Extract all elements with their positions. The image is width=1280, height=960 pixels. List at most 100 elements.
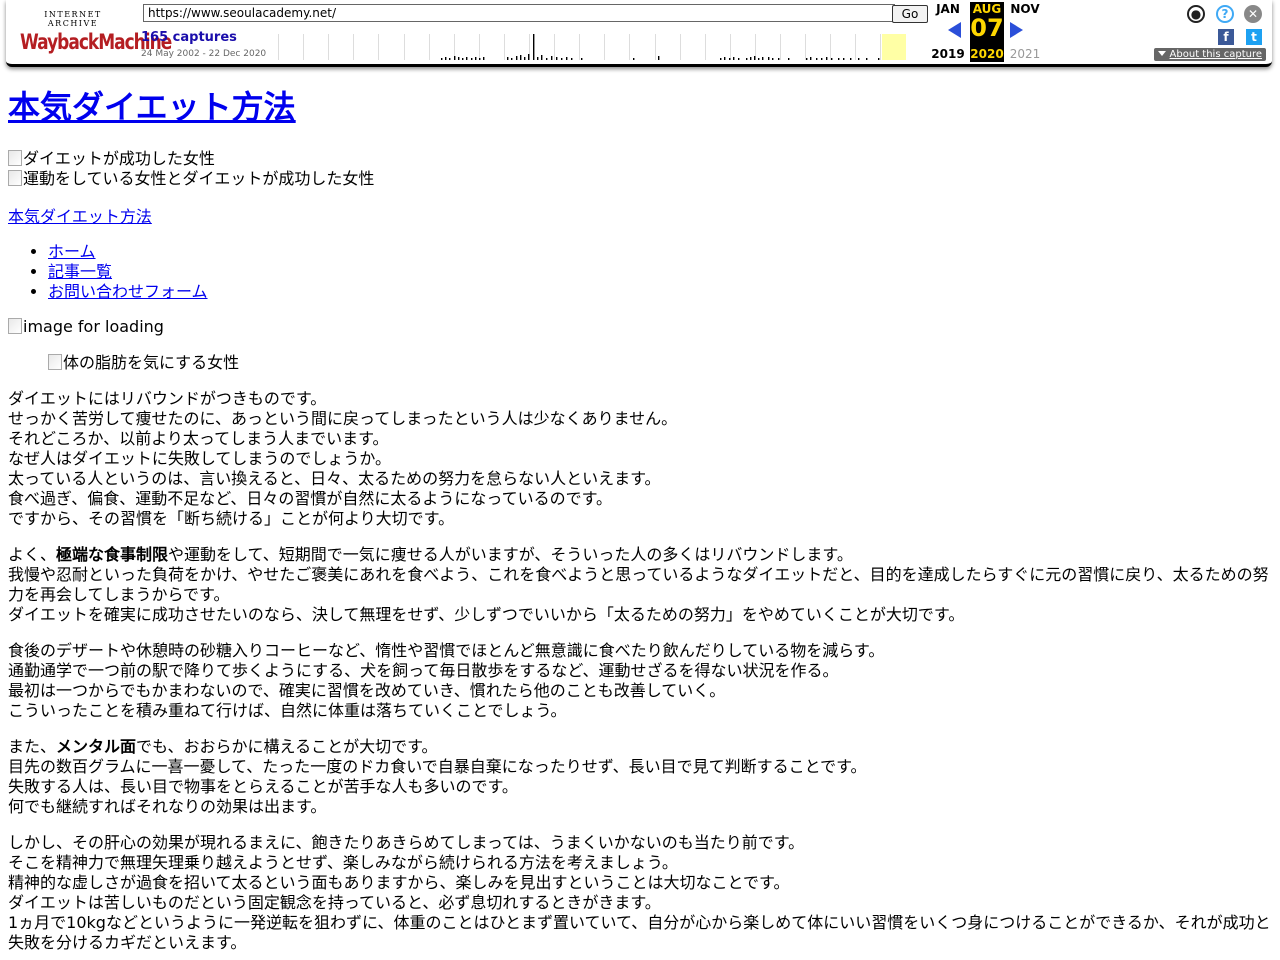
- sparkline-current-year-highlight: [882, 34, 906, 60]
- paragraph-5: しかし、その肝心の効果が現れるまえに、飽きたりあきらめてしまっては、うまくいかな…: [8, 833, 1276, 953]
- sparkline-capture-bar: [816, 58, 818, 60]
- sparkline-capture-bar: [838, 58, 840, 60]
- text-line: せっかく苦労して痩せたのに、あっという間に戻ってしまったという人は少なくありませ…: [8, 409, 678, 428]
- text-line: 太っている人というのは、言い換えると、日々、太るための努力を怠らない人といえます…: [8, 469, 661, 488]
- paragraph-1: ダイエットにはリバウンドがつきものです。 せっかく苦労して痩せたのに、あっという…: [8, 389, 1276, 529]
- sparkline-capture-bar: [772, 58, 774, 60]
- sparkline-capture-bar: [831, 58, 833, 60]
- sparkline-capture-bar: [556, 57, 558, 60]
- twitter-icon[interactable]: t: [1246, 29, 1262, 45]
- sparkline-capture-bar: [551, 56, 553, 60]
- text-fragment: また、: [8, 737, 57, 756]
- text-line: 失敗する人は、長い目で物事をとらえることが苦手な人も多いのです。: [8, 777, 518, 796]
- bold-text: メンタル面: [56, 737, 137, 756]
- capture-sparkline[interactable]: [278, 34, 906, 60]
- wayback-logo[interactable]: INTERNET ARCHIVE WaybackMachine: [20, 10, 172, 55]
- nav-item-contact: お問い合わせフォーム: [48, 282, 1276, 302]
- sparkline-capture-bar: [762, 57, 764, 60]
- prev-year-label[interactable]: 2019: [931, 47, 965, 61]
- page-title-link[interactable]: 本気ダイエット方法: [8, 88, 296, 126]
- sparkline-capture-bar: [571, 58, 573, 60]
- sparkline-capture-bar: [479, 58, 481, 60]
- article-image: 体の脂肪を気にする女性: [48, 353, 1276, 373]
- text-line: 何でも継続すればそれなりの効果は出ます。: [8, 797, 327, 816]
- sparkline-capture-bar: [466, 57, 468, 60]
- nav-item-home: ホーム: [48, 242, 1276, 262]
- text-line: 我慢や忍耐といった負荷をかけ、やせたご褒美にあれを食べよう、これを食べようと思っ…: [8, 565, 1269, 604]
- loading-image-alt: image for loading: [23, 317, 164, 336]
- header-image-1: ダイエットが成功した女性: [8, 149, 1276, 169]
- sparkline-capture-bar: [561, 58, 563, 60]
- next-year-label: 2021: [1009, 47, 1041, 61]
- sparkline-capture-bar: [581, 58, 583, 60]
- sparkline-capture-bar: [720, 58, 722, 60]
- sparkline-capture-bar: [778, 58, 780, 60]
- sparkline-capture-bar: [754, 56, 756, 60]
- go-button[interactable]: Go: [892, 5, 928, 23]
- text-line: 目先の数百グラムに一喜一憂して、たった一度のドカ食いで自暴自棄になったりせず、長…: [8, 757, 867, 776]
- facebook-icon[interactable]: f: [1218, 29, 1234, 45]
- current-day: 07: [970, 14, 1004, 42]
- sparkline-capture-bar: [445, 57, 447, 60]
- captures-link[interactable]: 165 captures: [141, 30, 237, 45]
- paragraph-4: また、メンタル面でも、おおらかに構えることが大切です。 目先の数百グラムに一喜一…: [8, 737, 1276, 817]
- next-month-label[interactable]: NOV: [1008, 2, 1042, 16]
- sparkline-capture-bar: [806, 58, 808, 60]
- sparkline-capture-bar: [878, 58, 880, 60]
- prev-capture-arrow-icon[interactable]: [948, 22, 961, 38]
- sparkline-capture-bar: [524, 57, 526, 60]
- text-line: ダイエットは苦しいものだという固定観念を持っていると、必ず息切れするときがきます…: [8, 893, 661, 912]
- sparkline-capture-bar: [729, 58, 731, 60]
- header-image-2: 運動をしている女性とダイエットが成功した女性: [8, 169, 1276, 189]
- text-line: それどころか、以前より太ってしまう人までいます。: [8, 429, 389, 448]
- sparkline-capture-bar: [633, 58, 635, 60]
- prev-month-label[interactable]: JAN: [931, 2, 965, 16]
- user-icon[interactable]: ●: [1187, 5, 1205, 23]
- nav-item-articles: 記事一覧: [48, 262, 1276, 282]
- header-image-2-alt: 運動をしている女性とダイエットが成功した女性: [23, 169, 375, 188]
- sparkline-capture-bar: [758, 58, 760, 60]
- text-line: 1ヵ月で10kgなどというように一発逆転を狙わずに、体重のことはひとまず置いてい…: [8, 913, 1271, 952]
- bold-text: 極端な食事制限: [56, 545, 169, 564]
- article-image-alt: 体の脂肪を気にする女性: [63, 353, 240, 372]
- sparkline-capture-bar: [750, 57, 752, 60]
- sparkline-capture-bar: [826, 57, 828, 60]
- sparkline-capture-bar: [528, 54, 530, 60]
- sparkline-capture-bar: [537, 57, 539, 60]
- sparkline-capture-bar: [441, 58, 443, 60]
- loading-image: image for loading: [8, 317, 1276, 337]
- sparkline-capture-bar: [475, 57, 477, 60]
- close-icon[interactable]: ✕: [1244, 5, 1262, 23]
- paragraph-2: よく、極端な食事制限や運動をして、短期間で一気に痩せる人がいますが、そういった人…: [8, 545, 1276, 625]
- text-line: ダイエットを確実に成功させたいのなら、決して無理をせず、少しずつでいいから「太る…: [8, 605, 965, 624]
- text-line: しかし、その肝心の効果が現れるまえに、飽きたりあきらめてしまっては、うまくいかな…: [8, 833, 805, 852]
- text-fragment: よく、: [8, 545, 57, 564]
- paragraph-3: 食後のデザートや休憩時の砂糖入りコーヒーなど、惰性や習慣でほとんど無意識に食べた…: [8, 641, 1276, 721]
- text-line: こういったことを積み重ねて行けば、自然に体重は落ちていくことでしょう。: [8, 701, 567, 720]
- next-capture-arrow-icon[interactable]: [1010, 22, 1023, 38]
- triangle-down-icon: [1157, 51, 1166, 56]
- page-title: 本気ダイエット方法: [8, 86, 1276, 128]
- sparkline-capture-bar: [520, 55, 522, 60]
- sparkline-capture-bar: [768, 57, 770, 60]
- broken-image-icon: [48, 354, 62, 370]
- text-line: ダイエットにはリバウンドがつきものです。: [8, 389, 327, 408]
- sparkline-capture-bar: [724, 57, 726, 60]
- sparkline-capture-bar: [738, 58, 740, 60]
- text-line: 最初は一つからでもかまわないので、確実に習慣を改めていき、慣れたら他のことも改善…: [8, 681, 726, 700]
- help-icon[interactable]: ?: [1216, 5, 1234, 23]
- sparkline-capture-bar: [454, 56, 456, 60]
- site-name-link[interactable]: 本気ダイエット方法: [8, 207, 1276, 227]
- nav-menu: ホーム 記事一覧 お問い合わせフォーム: [8, 242, 1276, 302]
- nav-link-home[interactable]: ホーム: [48, 242, 96, 261]
- sparkline-year-grid: [278, 34, 881, 60]
- header-image-1-alt: ダイエットが成功した女性: [23, 149, 215, 168]
- sparkline-capture-bar: [483, 57, 485, 60]
- sparkline-capture-bar: [858, 58, 860, 60]
- url-input[interactable]: https://www.seoulacademy.net/: [143, 4, 895, 22]
- nav-link-contact[interactable]: お問い合わせフォーム: [48, 282, 208, 301]
- nav-link-articles[interactable]: 記事一覧: [48, 262, 112, 281]
- sparkline-capture-bar: [546, 58, 548, 60]
- about-capture-label: About this capture: [1169, 49, 1262, 60]
- about-capture-button[interactable]: About this capture: [1154, 48, 1266, 61]
